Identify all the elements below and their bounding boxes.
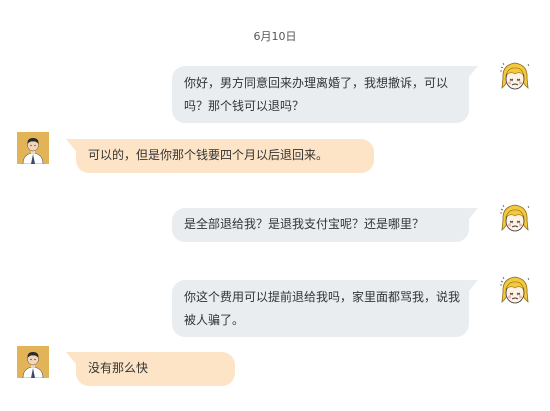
message-bubble-outgoing[interactable]: 你这个费用可以提前退给我吗，家里面都骂我，说我被人骗了。 [172, 280, 478, 337]
date-divider: 6月10日 [253, 30, 297, 43]
agent-avatar[interactable] [17, 132, 49, 164]
message-bubble-incoming[interactable]: 可以的，但是你那个钱要四个月以后退回来。 [66, 139, 374, 173]
message-bubble-incoming[interactable]: 没有那么快 [66, 352, 235, 386]
customer-avatar[interactable] [497, 58, 533, 94]
blonde-girl-avatar-icon [500, 62, 530, 90]
blonde-girl-avatar-icon [500, 276, 530, 304]
blonde-girl-avatar-icon [500, 204, 530, 232]
agent-avatar[interactable] [17, 346, 49, 378]
customer-avatar[interactable] [497, 272, 533, 308]
man-in-suit-avatar-icon [17, 346, 49, 378]
message-bubble-outgoing[interactable]: 你好，男方同意回来办理离婚了，我想撤诉，可以吗？那个钱可以退吗？ [172, 66, 478, 123]
message-bubble-outgoing[interactable]: 是全部退给我？是退我支付宝呢？还是哪里？ [172, 208, 478, 242]
man-in-suit-avatar-icon [17, 132, 49, 164]
customer-avatar[interactable] [497, 200, 533, 236]
